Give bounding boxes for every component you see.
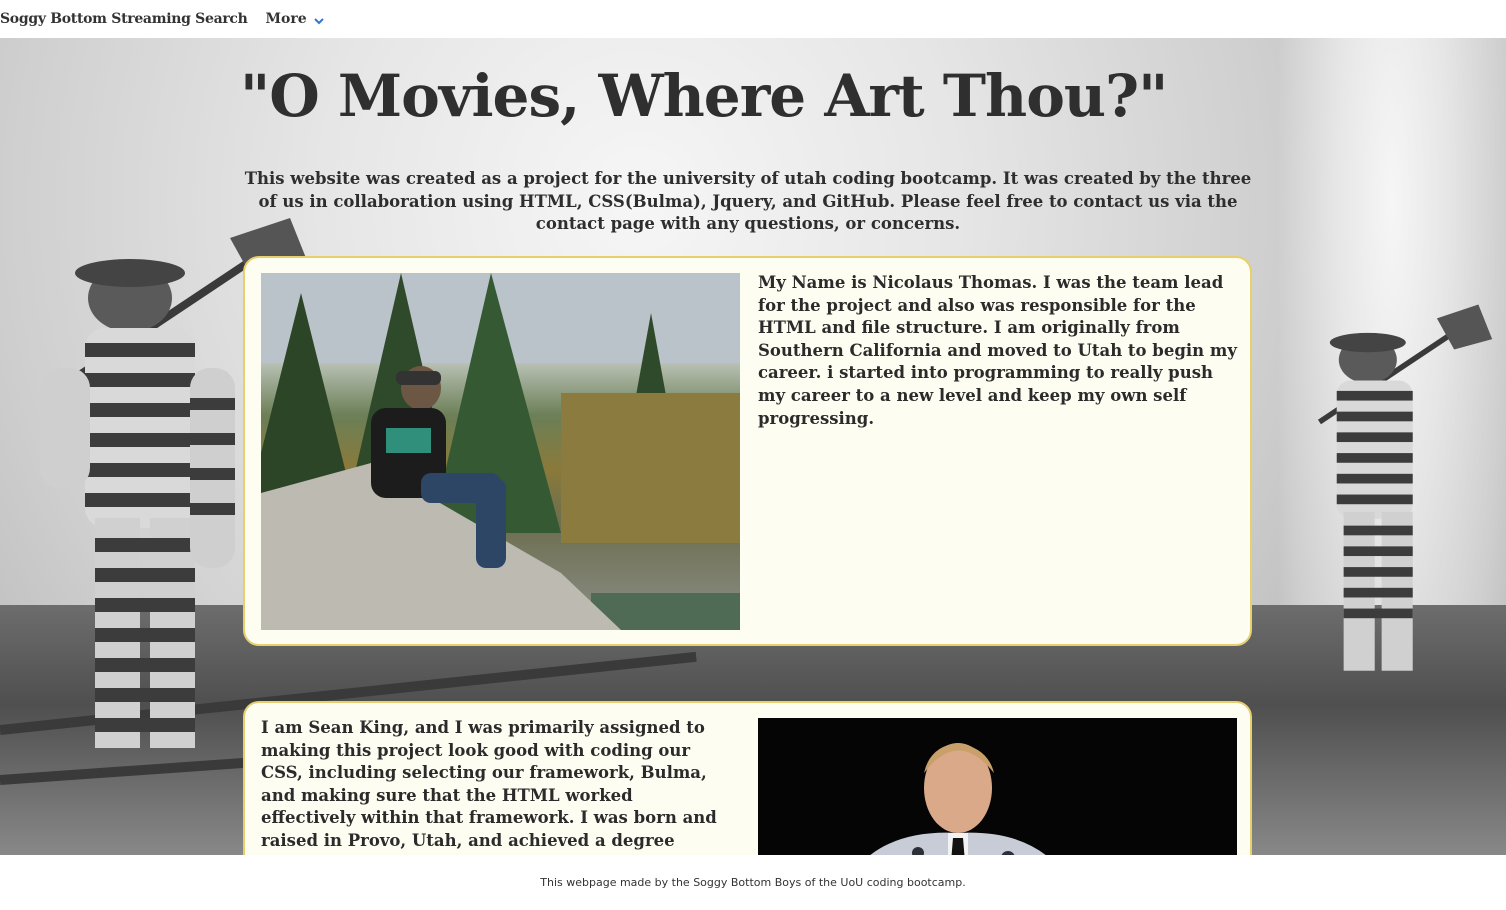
team-bio-sean: I am Sean King, and I was primarily assi… [261,718,717,855]
background-image-right [1278,38,1506,855]
team-bio-nicolaus: My Name is Nicolaus Thomas. I was the te… [758,273,1237,428]
chevron-down-icon [313,18,324,25]
team-photo-nicolaus [261,273,740,630]
prisoner-figure-image-repeat [1317,304,1493,671]
footer-text: This webpage made by the Soggy Bottom Bo… [540,876,966,889]
team-photo-sean [758,718,1237,855]
footer: This webpage made by the Soggy Bottom Bo… [0,855,1506,910]
page-title: "O Movies, Where Art Thou?" [240,62,1168,130]
team-card-nicolaus: My Name is Nicolaus Thomas. I was the te… [243,256,1252,646]
intro-text: This website was created as a project fo… [244,169,1252,233]
page-background: "O Movies, Where Art Thou?" This website… [0,38,1506,855]
more-label: More [265,11,307,27]
navbar: Soggy Bottom Streaming Search More [0,0,1506,38]
team-card-sean: I am Sean King, and I was primarily assi… [243,701,1252,855]
brand-link[interactable]: Soggy Bottom Streaming Search [0,11,248,27]
more-dropdown[interactable]: More [266,11,325,27]
